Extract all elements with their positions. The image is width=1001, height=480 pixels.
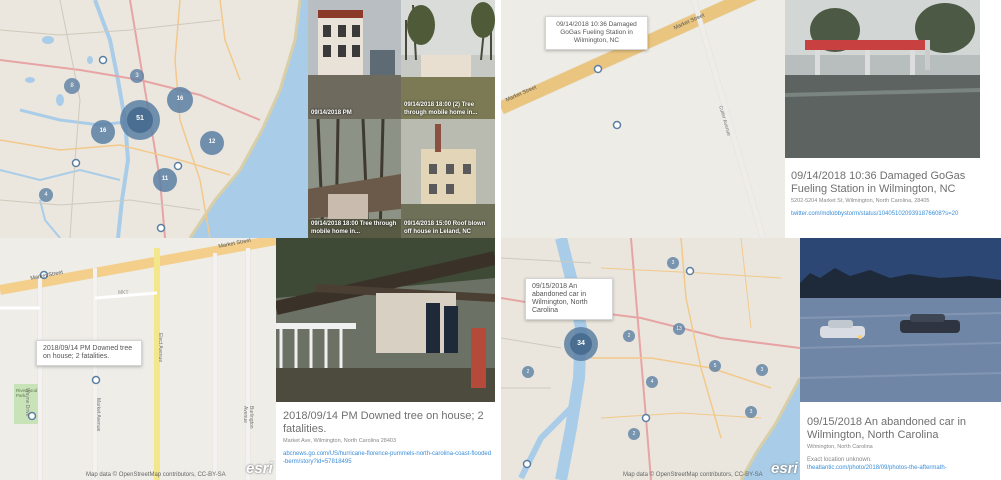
photo-card[interactable]: 09/14/2018 PM [308,0,401,119]
road-label: Wayne Drive [24,388,30,417]
map-popup[interactable]: 09/15/2018 An abandoned car in Wilmingto… [525,278,613,320]
cluster-marker[interactable]: 3 [129,73,145,79]
cluster-marker[interactable]: 4 [38,192,54,198]
detail-title: 09/14/2018 10:36 Damaged GoGas Fueling S… [791,170,966,195]
photo-card[interactable]: 09/14/2018 18:00 (2) Tree through mobile… [401,0,495,119]
detail-note: Exact location unknown. [807,457,872,463]
panel-top-left: 51 16 16 12 11 8 3 4 09/14/2018 PM 09/14… [0,0,495,238]
cluster-marker[interactable]: 11 [157,176,173,182]
building-photo [308,0,401,119]
cluster-marker[interactable]: 3 [743,409,759,415]
detail-link[interactable]: abcnews.go.com/US/hurricane-florence-pum… [283,450,493,466]
photo-card[interactable]: 09/14/2018 18:00 Tree through mobile hom… [308,119,401,238]
detail-title: 2018/09/14 PM Downed tree on house; 2 fa… [283,410,484,435]
detail-address: Market Ave, Wilmington, North Carolina 2… [283,438,397,444]
cluster-map[interactable]: 34 3 13 2 4 5 3 2 2 3 09/15/2018 An aban… [501,238,800,480]
road-label: Market Avenue [95,398,101,432]
cluster-marker[interactable]: 16 [95,128,111,134]
flood-photo-card[interactable] [800,238,1001,402]
cluster-marker[interactable]: 13 [671,326,687,332]
detail-sidebar: 2018/09/14 PM Downed tree on house; 2 fa… [283,410,493,480]
cluster-marker[interactable]: 3 [754,367,770,373]
map-popup[interactable]: 09/14/2018 10:36 Damaged GoGas Fueling S… [545,16,648,50]
road-label: Elect Avenue [157,333,163,363]
street-map[interactable]: Market Street Market Street MKT Riverwoo… [0,238,276,480]
tree-photo-card[interactable] [276,238,495,402]
cluster-marker[interactable]: 2 [520,369,536,375]
detail-title: 09/15/2018 An abandoned car in Wilmingto… [807,416,967,441]
cluster-marker[interactable]: 8 [64,83,80,89]
road-label: Burlington Avenue [242,406,254,429]
abandoned-car-photo [800,238,1001,402]
esri-logo[interactable]: esri [246,460,273,477]
cluster-marker[interactable]: 2 [626,431,642,437]
cluster-marker[interactable]: 2 [621,333,637,339]
cluster-marker[interactable]: 12 [204,139,220,145]
photo-caption: 09/14/2018 18:00 Tree through mobile hom… [311,221,397,235]
station-photo-card[interactable] [785,0,980,158]
map-popup[interactable]: 2018/09/14 PM Downed tree on house; 2 fa… [36,340,142,366]
cluster-marker[interactable]: 51 [132,115,148,122]
cluster-marker[interactable]: 5 [707,363,723,369]
panel-bottom-left: Market Street Market Street MKT Riverwoo… [0,238,495,480]
cluster-marker[interactable]: 16 [172,96,188,102]
detail-link[interactable]: theatlantic.com/photo/2018/09/photos-the… [807,464,999,472]
photo-caption: 09/14/2018 18:00 (2) Tree through mobile… [404,102,478,116]
detail-address: Wilmington, North Carolina [807,444,873,450]
downed-tree-photo [276,238,495,402]
road-label: MKT [118,290,129,296]
photo-card[interactable]: 09/14/2018 15:00 Roof blown off house in… [401,119,495,238]
detail-address: 5202-5204 Market St, Wilmington, North C… [791,198,930,204]
cluster-marker[interactable]: 3 [665,260,681,266]
photo-caption: 09/14/2018 PM [311,110,352,116]
map-canvas [501,238,800,480]
street-map[interactable]: Market Street Market Street Cutler Avenu… [501,0,785,238]
panel-top-right: Market Street Market Street Cutler Avenu… [501,0,1001,238]
gas-station-photo [785,0,980,158]
map-attribution[interactable]: Map data © OpenStreetMap contributors, C… [86,472,226,478]
detail-sidebar: 09/15/2018 An abandoned car in Wilmingto… [807,416,999,480]
detail-sidebar: 09/14/2018 10:36 Damaged GoGas Fueling S… [791,170,991,238]
cluster-map[interactable]: 51 16 16 12 11 8 3 4 [0,0,308,238]
panel-bottom-right: 34 3 13 2 4 5 3 2 2 3 09/15/2018 An aban… [501,238,1001,480]
photo-caption: 09/14/2018 15:00 Roof blown off house in… [404,221,486,235]
detail-link[interactable]: twitter.com/mdlobbystorm/status/10405102… [791,210,991,218]
map-attribution[interactable]: Map data © OpenStreetMap contributors, C… [623,472,763,478]
esri-logo[interactable]: esri [771,460,798,477]
map-canvas [0,0,308,238]
cluster-marker[interactable]: 4 [644,379,660,385]
cluster-marker[interactable]: 34 [573,340,589,347]
